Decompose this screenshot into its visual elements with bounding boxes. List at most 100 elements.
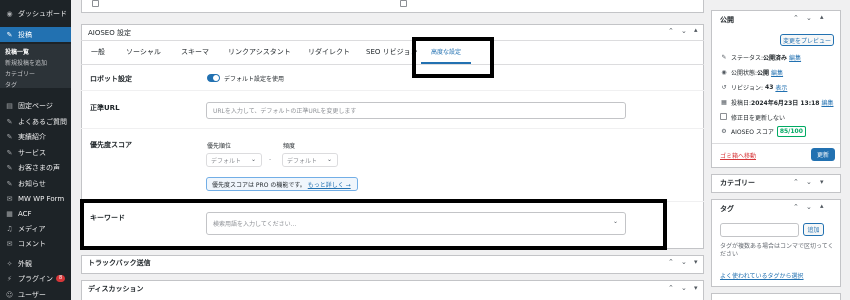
grid-icon: ▦ [6, 209, 13, 218]
visibility-edit-link[interactable]: 編集 [771, 68, 783, 77]
top-checkbox[interactable] [400, 0, 407, 7]
chevron-down-icon: ⌄ [612, 218, 618, 225]
sidebar-item-label: MW WP Form [18, 194, 65, 203]
status-value: 公開済み [763, 55, 788, 62]
expand-toggle-icon[interactable]: ▾ [820, 178, 824, 186]
revisions-row: ↺ リビジョン: 43 表示 [720, 83, 787, 92]
tab-advanced[interactable]: 高度な設定 [431, 47, 461, 56]
sidebar-item-faq[interactable]: ✎ よくあるご質問 [0, 114, 71, 129]
chevron-up-icon[interactable]: ⌃ [668, 27, 674, 35]
revisions-view-link[interactable]: 表示 [775, 83, 787, 92]
expand-toggle-icon[interactable]: ▾ [694, 258, 698, 266]
submenu-tags[interactable]: タグ [5, 80, 17, 89]
learn-more-link[interactable]: もっと詳しく → [308, 180, 351, 189]
sidebar-item-dashboard[interactable]: ◉ ダッシュボード [0, 6, 71, 21]
pro-feature-notice: 優先度スコアは PRO の機能です。 もっと詳しく → [206, 177, 358, 191]
pro-feature-notice-text: 優先度スコアは PRO の機能です。 [212, 181, 306, 189]
chevron-up-icon[interactable]: ⌃ [793, 178, 799, 186]
sidebar-item-works[interactable]: ✎ 実績紹介 [0, 129, 71, 144]
chevron-down-icon[interactable]: ⌄ [806, 178, 812, 186]
trackback-panel [81, 255, 704, 274]
sidebar-item-label: ACF [18, 209, 32, 218]
collapse-toggle-icon[interactable]: ▴ [694, 26, 698, 34]
tab-redirect[interactable]: リダイレクト [308, 47, 350, 57]
sidebar-item-pages[interactable]: ▤ 固定ページ [0, 98, 71, 113]
aioseo-score-badge[interactable]: 85/100 [776, 126, 806, 137]
chevron-down-icon[interactable]: ⌄ [806, 14, 812, 22]
tab-general[interactable]: 一般 [91, 47, 105, 57]
chevron-down-icon[interactable]: ⌄ [806, 203, 812, 211]
keywords-label: キーワード [90, 214, 125, 222]
status-edit-link[interactable]: 編集 [789, 53, 801, 62]
submenu-add-post[interactable]: 新規投稿を追加 [5, 58, 47, 67]
divider [712, 143, 840, 144]
trackback-panel-title[interactable]: トラックバック送信 [88, 258, 151, 268]
publish-panel-title: 公開 [720, 16, 734, 24]
move-to-trash-link[interactable]: ゴミ箱へ移動 [720, 151, 756, 160]
publish-date-edit-link[interactable]: 編集 [821, 98, 833, 107]
visibility-value: 公開 [757, 70, 770, 77]
submenu-categories[interactable]: カテゴリー [5, 69, 35, 78]
chevron-up-icon[interactable]: ⌃ [793, 203, 799, 211]
category-panel-title[interactable]: カテゴリー [720, 178, 755, 188]
sidebar-item-label: 投稿 [18, 30, 32, 39]
discussion-panel-title[interactable]: ディスカッション [88, 284, 144, 294]
pin-icon: ✎ [6, 132, 13, 141]
sidebar-item-voice[interactable]: ✎ お客さまの声 [0, 160, 71, 175]
fix-date-checkbox[interactable] [720, 113, 727, 120]
visibility-label: 公開状態: [731, 70, 758, 77]
tags-help-text: タグが複数ある場合はコンマで区切ってください [720, 243, 834, 258]
media-icon: ♫ [6, 224, 13, 233]
sidebar-item-label: お知らせ [18, 179, 46, 188]
default-settings-toggle[interactable] [207, 74, 220, 82]
chevron-down-icon[interactable]: ⌄ [681, 27, 687, 35]
tab-seo-revisions[interactable]: SEO リビジョン [366, 47, 418, 57]
chevron-up-icon[interactable]: ⌃ [668, 284, 674, 292]
popular-tags-link[interactable]: よく使われているタグから選択 [720, 271, 804, 280]
tag-input[interactable] [720, 223, 799, 237]
top-checkbox[interactable] [92, 0, 99, 7]
appearance-icon: ✧ [6, 259, 13, 268]
keywords-input[interactable]: 検索用語を入力してください... ⌄ [206, 212, 626, 235]
preview-changes-button[interactable]: 変更をプレビュー [780, 34, 834, 46]
revisions-icon: ↺ [721, 84, 727, 91]
expand-toggle-icon[interactable]: ▾ [694, 284, 698, 292]
chevron-up-icon[interactable]: ⌃ [793, 14, 799, 22]
sidebar-item-users[interactable]: ☺ ユーザー [0, 287, 71, 300]
calendar-icon: ▦ [721, 99, 727, 106]
collapse-toggle-icon[interactable]: ▴ [820, 202, 824, 210]
chevron-down-icon[interactable]: ⌄ [681, 284, 687, 292]
chevron-up-icon[interactable]: ⌃ [668, 258, 674, 266]
sidebar-item-mw-wp-form[interactable]: ✉ MW WP Form [0, 191, 71, 206]
previous-metabox-bottom [81, 0, 704, 13]
collapse-toggle-icon[interactable]: ▴ [820, 13, 824, 21]
chevron-down-icon: ⌄ [326, 156, 332, 163]
status-row: ✎ ステータス: 公開済み 編集 [720, 53, 801, 62]
add-tag-button[interactable]: 追加 [803, 223, 824, 236]
canonical-url-input[interactable]: URLを入力して、デフォルトの正準URLを変更します [206, 102, 626, 119]
sidebar-item-news[interactable]: ✎ お知らせ [0, 176, 71, 191]
tab-social[interactable]: ソーシャル [126, 47, 161, 57]
sidebar-item-posts[interactable]: ✎ 投稿 [0, 27, 71, 42]
keywords-placeholder: 検索用語を入力してください... [213, 221, 297, 228]
sidebar-item-plugins[interactable]: ⚡ プラグイン 8 [0, 271, 71, 286]
sidebar-item-media[interactable]: ♫ メディア [0, 221, 71, 236]
sidebar-item-label: お客さまの声 [18, 163, 60, 172]
tab-link-assistant[interactable]: リンクアシスタント [228, 47, 291, 57]
sidebar-item-acf[interactable]: ▦ ACF [0, 206, 71, 221]
sidebar-item-appearance[interactable]: ✧ 外観 [0, 256, 71, 271]
frequency-label: 頻度 [283, 143, 296, 150]
tab-schema[interactable]: スキーマ [181, 47, 209, 57]
divider [81, 90, 704, 91]
sidebar-item-comments[interactable]: ✉ コメント [0, 236, 71, 251]
aioseo-score-row: ⚙ AIOSEO スコア 85/100 [720, 126, 806, 137]
status-label: ステータス: [731, 55, 764, 62]
priority-select[interactable]: デフォルト ⌄ [206, 153, 262, 167]
sidebar-item-service[interactable]: ✎ サービス [0, 145, 71, 160]
chevron-down-icon[interactable]: ⌄ [681, 258, 687, 266]
submenu-all-posts[interactable]: 投稿一覧 [5, 47, 29, 56]
update-button[interactable]: 更新 [811, 148, 835, 161]
frequency-select[interactable]: デフォルト ⌄ [282, 153, 338, 167]
next-sidebar-panel [711, 293, 841, 300]
tags-panel-title: タグ [720, 205, 734, 213]
